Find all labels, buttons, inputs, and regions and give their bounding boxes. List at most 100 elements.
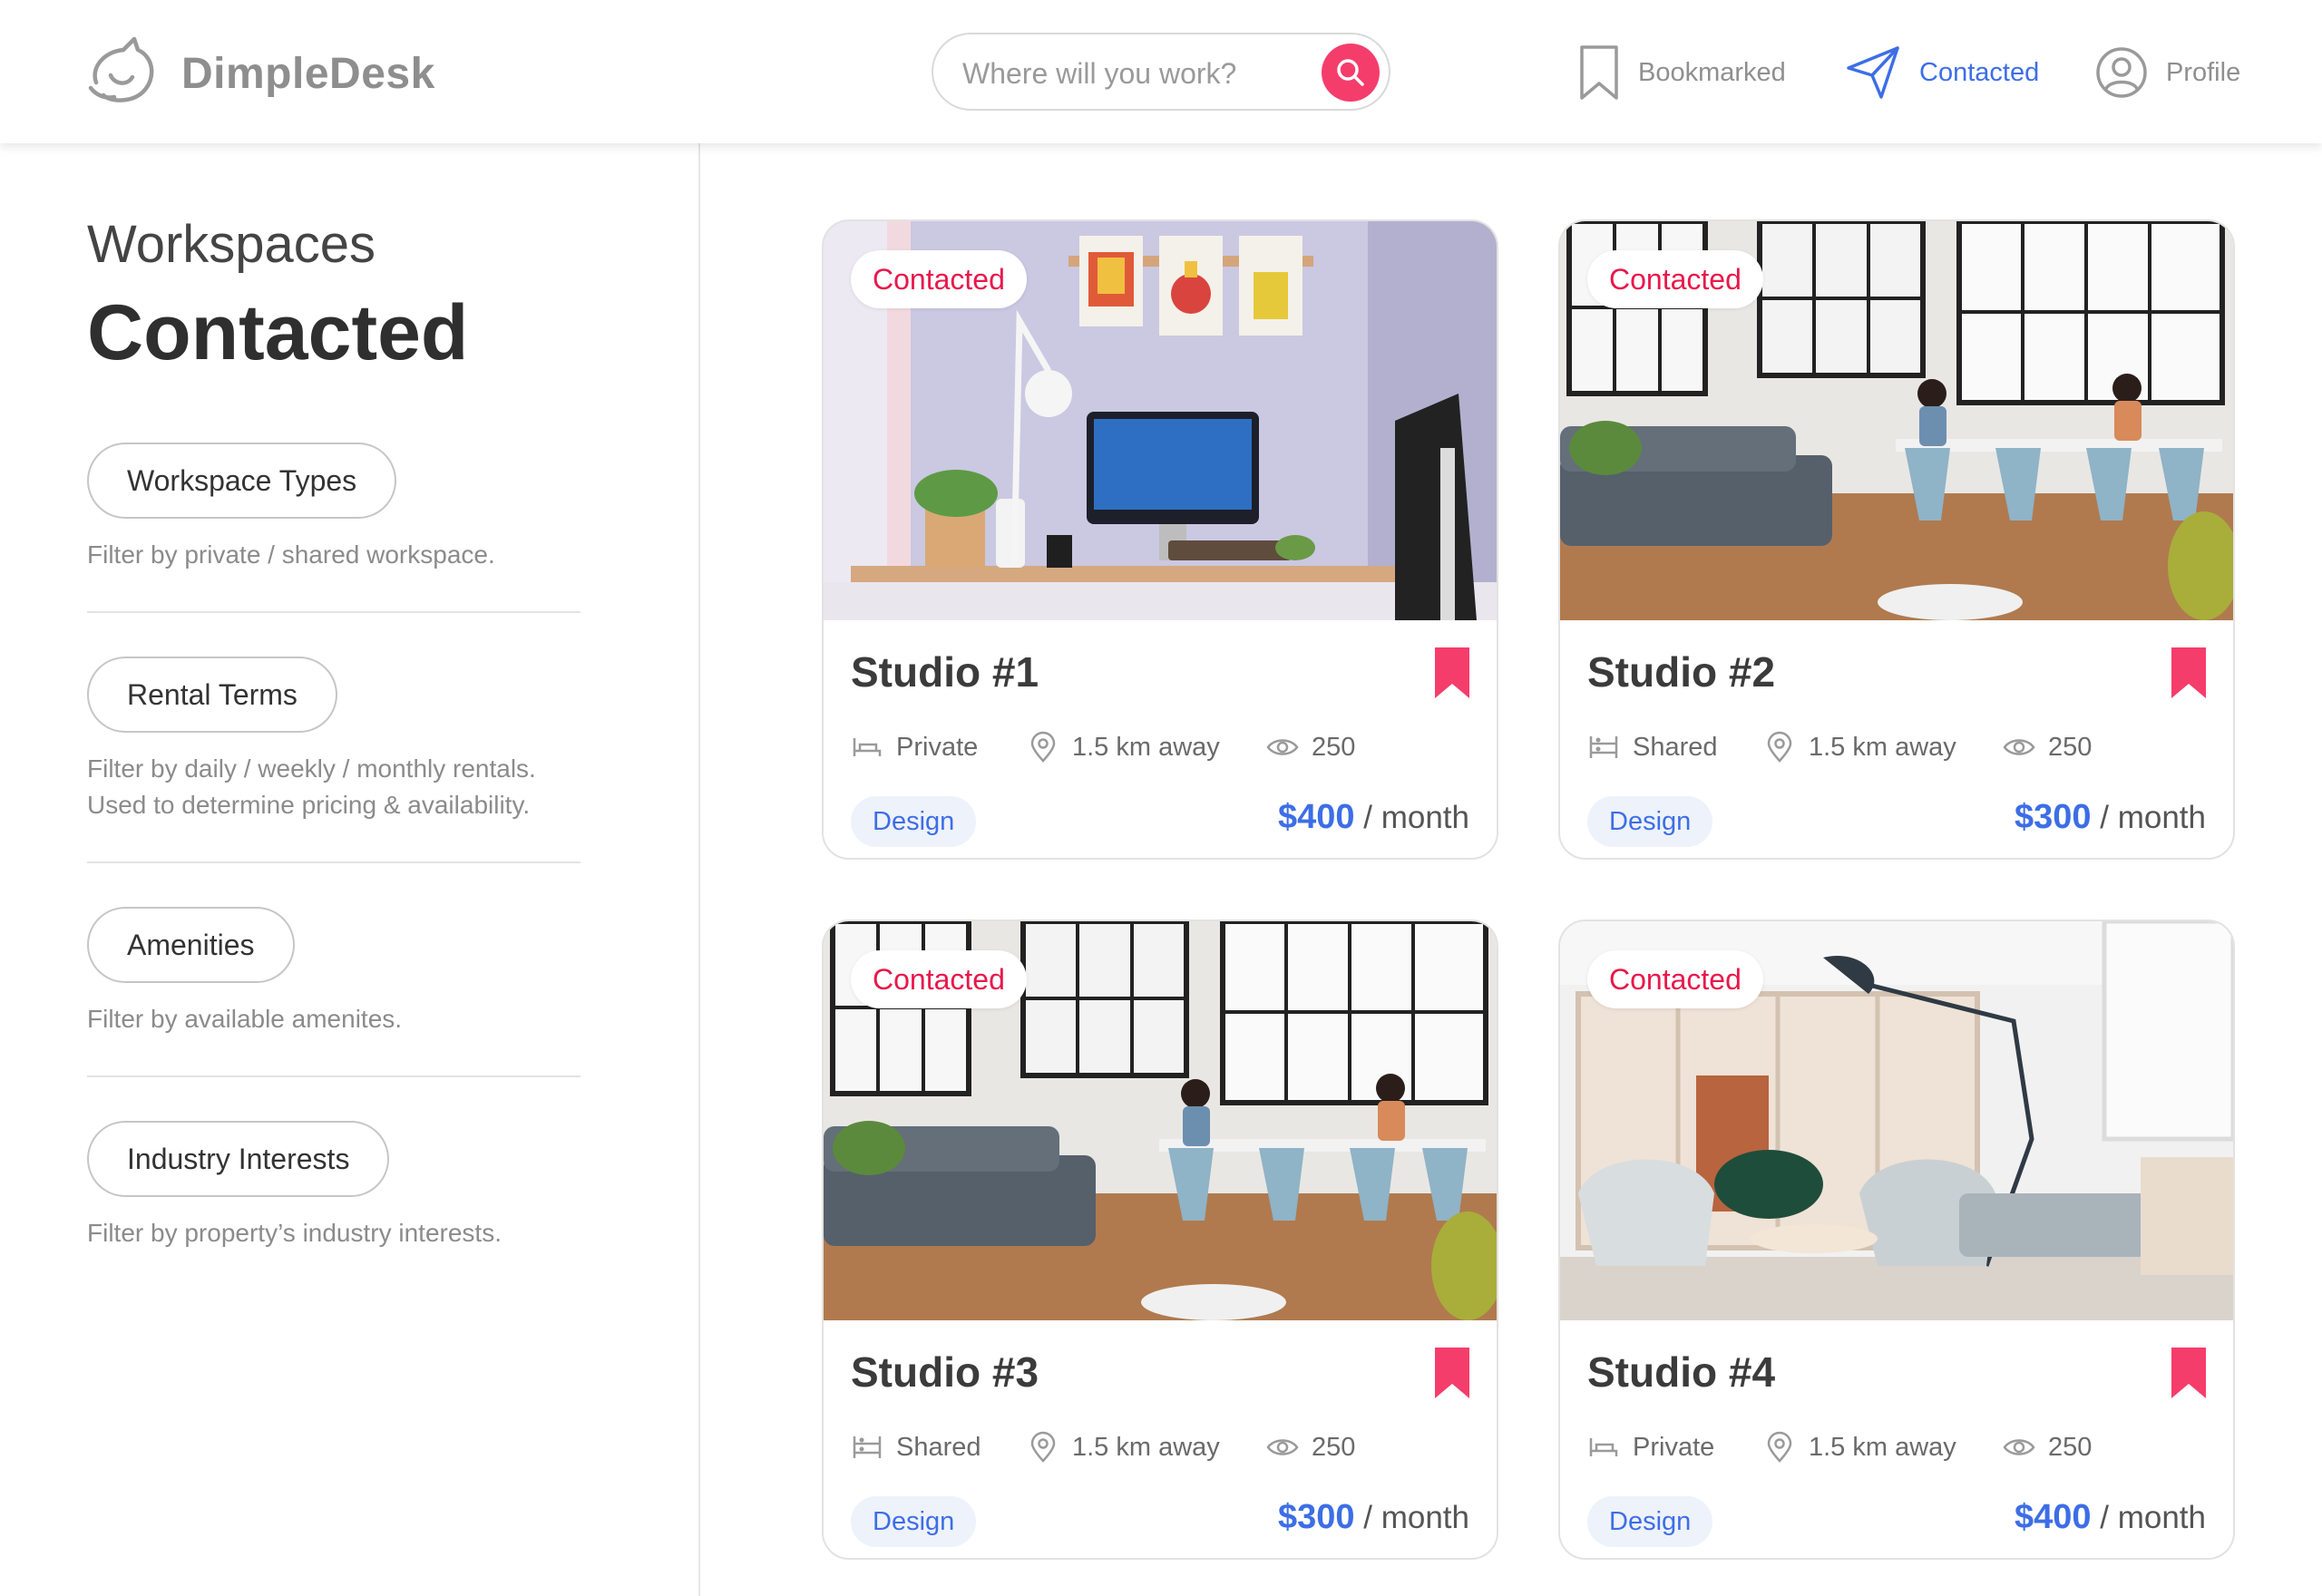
page-title: Contacted	[87, 289, 469, 376]
status-badge: Contacted	[1587, 250, 1763, 308]
nav-profile-label: Profile	[2166, 57, 2241, 87]
amenities-button[interactable]: Amenities	[87, 907, 295, 983]
distance: 1.5 km away	[1763, 729, 1956, 765]
workspace-type: Shared	[851, 1429, 981, 1465]
views-count: 250	[2048, 732, 2093, 762]
price-amount: $300	[1277, 1498, 1355, 1536]
filter-divider	[87, 611, 580, 613]
dimple-logo-icon	[88, 36, 154, 102]
location-pin-icon	[1767, 1431, 1792, 1463]
workspace-type-label: Shared	[896, 1432, 981, 1462]
price: $300 / month	[2015, 798, 2206, 837]
workspace-card[interactable]: Contacted Studio #3 Shared 1.5 km away 2…	[822, 920, 1498, 1560]
distance-label: 1.5 km away	[1072, 1432, 1220, 1462]
page-eyebrow: Workspaces	[87, 215, 376, 274]
eye-icon	[2003, 739, 2035, 755]
eye-icon	[2003, 1439, 2035, 1455]
workspace-type-label: Private	[896, 732, 979, 762]
bed-icon	[1589, 1438, 1618, 1456]
workspace-type: Private	[1587, 1429, 1714, 1465]
nav-profile[interactable]: Profile	[2095, 34, 2240, 111]
workspace-type-label: Private	[1633, 1432, 1715, 1462]
distance: 1.5 km away	[1763, 1429, 1956, 1465]
views: 250	[2003, 1429, 2092, 1465]
bookmark-filled-icon[interactable]	[1433, 646, 1471, 700]
distance: 1.5 km away	[1027, 1429, 1220, 1465]
sidebar-divider	[698, 143, 700, 1596]
price: $400 / month	[1278, 798, 1469, 837]
bunk-bed-icon	[1589, 736, 1618, 758]
rental-terms-button[interactable]: Rental Terms	[87, 657, 337, 733]
views-count: 250	[2048, 1432, 2093, 1462]
price-period: / month	[1363, 1500, 1469, 1535]
search-button[interactable]	[1322, 44, 1380, 102]
bookmark-filled-icon[interactable]	[1433, 1346, 1471, 1400]
filter-divider	[87, 861, 580, 863]
filter-description: Filter by available amenites.	[87, 1005, 403, 1033]
price-period: / month	[1363, 800, 1469, 835]
workspace-type-label: Shared	[1633, 732, 1718, 762]
card-title: Studio #3	[851, 1348, 1039, 1396]
location-pin-icon	[1767, 731, 1792, 763]
industry-interests-button[interactable]: Industry Interests	[87, 1121, 390, 1197]
brand-name: DimpleDesk	[181, 49, 435, 98]
bookmark-outline-icon	[1580, 45, 1618, 100]
industry-tag[interactable]: Design	[851, 796, 977, 847]
bookmark-filled-icon[interactable]	[2170, 646, 2208, 700]
distance-label: 1.5 km away	[1072, 732, 1220, 762]
location-pin-icon	[1030, 1431, 1056, 1463]
price-amount: $400	[2014, 1498, 2092, 1536]
workspace-card[interactable]: Contacted Studio #4 Private 1.5 km away …	[1558, 920, 2235, 1560]
industry-tag[interactable]: Design	[1587, 796, 1713, 847]
status-badge: Contacted	[851, 250, 1027, 308]
filter-rental-terms: Rental Terms Filter by daily / weekly / …	[87, 657, 580, 823]
price: $300 / month	[1278, 1498, 1469, 1537]
views: 250	[1266, 729, 1355, 765]
filter-description: Filter by property’s industry interests.	[87, 1219, 502, 1247]
filter-description: Filter by daily / weekly / monthly renta…	[87, 754, 536, 819]
industry-tag[interactable]: Design	[851, 1496, 977, 1547]
nav-bookmarked[interactable]: Bookmarked	[1578, 34, 1786, 111]
distance: 1.5 km away	[1027, 729, 1220, 765]
bookmark-filled-icon[interactable]	[2170, 1346, 2208, 1400]
bunk-bed-icon	[853, 1436, 882, 1458]
location-pin-icon	[1030, 731, 1056, 763]
filter-divider	[87, 1075, 580, 1077]
card-title: Studio #2	[1587, 648, 1776, 696]
search-icon	[1337, 59, 1364, 86]
filter-amenities: Amenities Filter by available amenites.	[87, 907, 580, 1037]
nav-bookmarked-label: Bookmarked	[1638, 57, 1786, 87]
distance-label: 1.5 km away	[1809, 732, 1956, 762]
user-circle-icon	[2096, 47, 2147, 98]
price-amount: $300	[2014, 798, 2092, 836]
status-badge: Contacted	[851, 950, 1027, 1008]
workspace-card[interactable]: Contacted Studio #2 Shared 1.5 km away 2…	[1558, 219, 2235, 860]
filter-industry-interests: Industry Interests Filter by property’s …	[87, 1121, 580, 1251]
top-header: DimpleDesk Bookmarked Contacted Profile	[0, 0, 2322, 143]
search-input[interactable]	[961, 51, 1309, 96]
filter-description: Filter by private / shared workspace.	[87, 540, 495, 569]
workspace-card[interactable]: Contacted Studio #1 Private 1.5 km away …	[822, 219, 1498, 860]
workspace-types-button[interactable]: Workspace Types	[87, 443, 397, 519]
card-title: Studio #4	[1587, 1348, 1776, 1396]
brand-logo[interactable]: DimpleDesk	[83, 31, 435, 116]
nav-contacted[interactable]: Contacted	[1845, 34, 2039, 111]
distance-label: 1.5 km away	[1809, 1432, 1956, 1462]
search-bar	[932, 33, 1390, 111]
workspace-type: Private	[851, 729, 978, 765]
eye-icon	[1266, 739, 1299, 755]
status-badge: Contacted	[1587, 950, 1763, 1008]
paper-plane-icon	[1847, 46, 1899, 99]
price: $400 / month	[2015, 1498, 2206, 1537]
industry-tag[interactable]: Design	[1587, 1496, 1713, 1547]
views-count: 250	[1312, 732, 1356, 762]
workspace-type: Shared	[1587, 729, 1718, 765]
price-amount: $400	[1277, 798, 1355, 836]
bed-icon	[853, 738, 882, 756]
price-period: / month	[2100, 800, 2206, 835]
eye-icon	[1266, 1439, 1299, 1455]
views-count: 250	[1312, 1432, 1356, 1462]
nav-contacted-label: Contacted	[1919, 57, 2040, 87]
views: 250	[2003, 729, 2092, 765]
filter-workspace-types: Workspace Types Filter by private / shar…	[87, 443, 580, 573]
